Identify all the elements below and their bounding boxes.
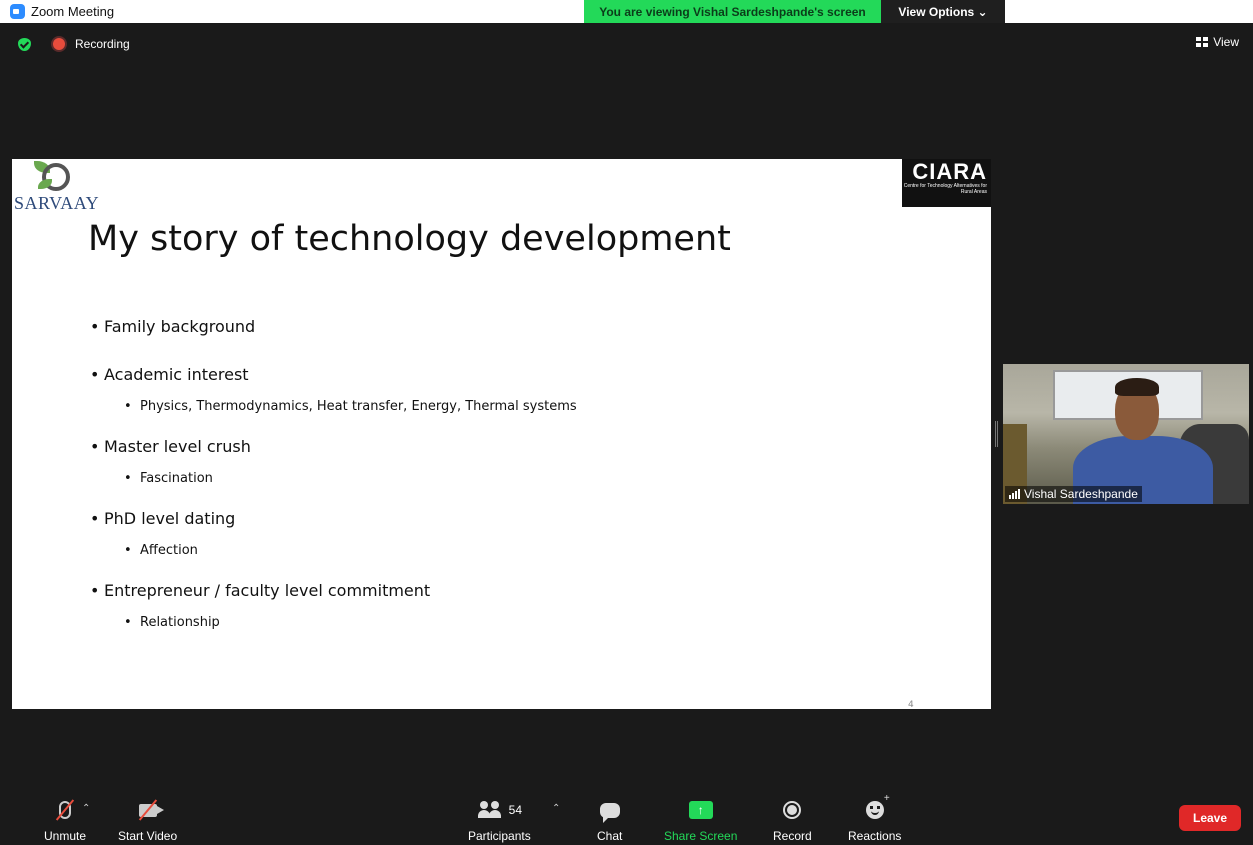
meeting-status-bar: Recording — [18, 37, 130, 51]
recording-icon — [53, 38, 65, 50]
meeting-stage: Recording View SARVAAY CIARA Centre for … — [0, 23, 1253, 793]
mic-muted-icon — [55, 797, 75, 823]
sub-bullet-item: Physics, Thermodynamics, Heat transfer, … — [124, 399, 910, 421]
bullet-item: Academic interest — [90, 365, 910, 391]
slide-bullet-list: Family background Academic interest Phys… — [90, 317, 910, 637]
sub-bullet-item: Relationship — [124, 615, 910, 637]
reactions-label: Reactions — [848, 829, 902, 843]
shared-slide: SARVAAY CIARA Centre for Technology Alte… — [12, 159, 991, 710]
participant-name: Vishal Sardeshpande — [1024, 487, 1138, 501]
participants-options-chevron-icon[interactable]: ⌃ — [552, 803, 560, 814]
panel-resize-handle[interactable] — [995, 421, 998, 447]
bullet-item: Entrepreneur / faculty level commitment — [90, 581, 910, 607]
view-label: View — [1213, 35, 1239, 49]
reactions-button[interactable]: Reactions — [848, 793, 902, 843]
share-screen-icon: ↑ — [688, 797, 713, 823]
record-icon — [783, 797, 802, 823]
recording-label[interactable]: Recording — [75, 37, 130, 51]
participant-video-tile[interactable]: Vishal Sardeshpande — [1003, 364, 1249, 504]
viewing-screen-label: You are viewing Vishal Sardeshpande's sc… — [584, 0, 881, 23]
share-screen-button[interactable]: ↑ Share Screen — [664, 797, 737, 843]
share-screen-label: Share Screen — [664, 829, 738, 843]
participants-label: Participants — [468, 829, 531, 843]
video-off-icon — [138, 797, 164, 823]
start-video-button[interactable]: Start Video — [118, 797, 177, 843]
ciara-logo: CIARA Centre for Technology Alternatives… — [902, 159, 991, 207]
record-button[interactable]: Record — [773, 797, 812, 843]
chat-button[interactable]: Chat — [597, 797, 622, 843]
chat-label: Chat — [597, 829, 623, 843]
zoom-logo-icon — [10, 4, 25, 19]
slide-page-number: 4 — [908, 700, 914, 710]
participants-button[interactable]: 54 Participants — [468, 797, 531, 843]
sarvaay-logo: SARVAAY — [14, 161, 114, 217]
participants-count: 54 — [508, 803, 523, 817]
view-options-button[interactable]: View Options ⌄ — [881, 0, 1005, 23]
chat-icon — [599, 797, 620, 823]
meeting-toolbar: Unmute ⌃ Start Video 54 Participants ⌃ C… — [0, 793, 1253, 845]
view-button[interactable]: View — [1196, 35, 1239, 49]
screen-share-banner: You are viewing Vishal Sardeshpande's sc… — [584, 0, 1005, 23]
bullet-item: Master level crush — [90, 437, 910, 463]
window-title: Zoom Meeting — [31, 4, 115, 19]
sarvaay-wordmark: SARVAAY — [14, 193, 100, 213]
start-video-label: Start Video — [118, 829, 178, 843]
participant-name-label: Vishal Sardeshpande — [1005, 486, 1142, 502]
signal-bars-icon — [1009, 489, 1020, 499]
leave-button[interactable]: Leave — [1179, 805, 1241, 831]
shield-icon[interactable] — [18, 37, 31, 51]
ciara-subtitle: Centre for Technology Alternatives for R… — [903, 183, 987, 195]
reactions-icon — [865, 793, 890, 823]
participants-icon: 54 — [477, 797, 522, 823]
audio-options-chevron-icon[interactable]: ⌃ — [82, 803, 90, 814]
ciara-wordmark: CIARA — [912, 159, 987, 184]
record-label: Record — [773, 829, 812, 843]
bullet-item: Family background — [90, 317, 910, 343]
bullet-item: PhD level dating — [90, 509, 910, 535]
slide-title: My story of technology development — [88, 219, 731, 259]
unmute-button[interactable]: Unmute — [44, 797, 86, 843]
unmute-label: Unmute — [44, 829, 87, 843]
sub-bullet-item: Affection — [124, 543, 910, 565]
sub-bullet-item: Fascination — [124, 471, 910, 493]
grid-icon — [1196, 37, 1209, 47]
